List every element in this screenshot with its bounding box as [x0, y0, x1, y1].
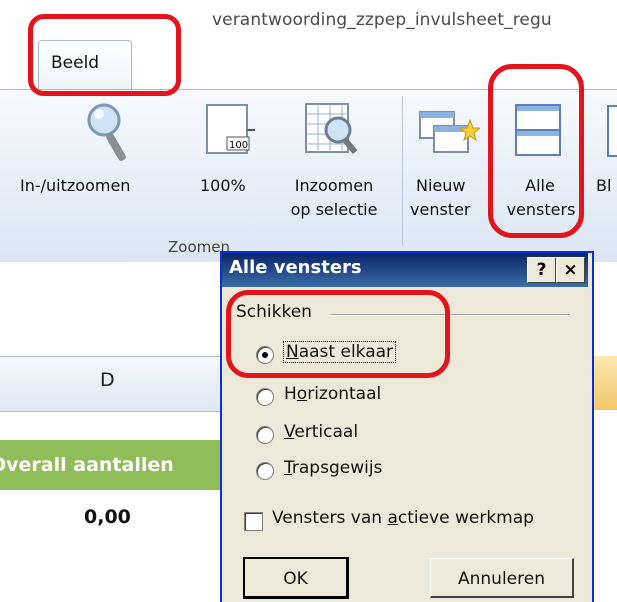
svg-text:100: 100 — [229, 140, 248, 151]
tab-label: Beeld — [51, 53, 100, 73]
checkbox-label: Vensters van actieve werkmap — [272, 508, 534, 528]
zoom-100-label[interactable]: 100% — [200, 176, 246, 196]
zoom-selection-icon[interactable] — [304, 102, 360, 158]
magnifier-icon[interactable] — [84, 100, 132, 170]
zoom-selection-label-2[interactable]: op selectie — [278, 200, 390, 220]
column-d-label[interactable]: D — [100, 369, 115, 391]
freeze-icon[interactable] — [606, 104, 617, 158]
radio-button[interactable] — [256, 346, 274, 364]
zoom-button-label[interactable]: In-/uitzoomen — [20, 176, 130, 196]
fieldset-line — [330, 314, 570, 316]
value-cell[interactable]: 0,00 — [84, 506, 131, 528]
page-100-icon[interactable]: 100 — [205, 104, 255, 156]
cancel-button[interactable]: Annuleren — [430, 558, 574, 598]
document-title: verantwoording_zzpep_invulsheet_regu — [212, 10, 552, 30]
radio-button[interactable] — [256, 388, 274, 406]
freeze-label[interactable]: Bl — [596, 176, 617, 196]
radio-button[interactable] — [256, 462, 274, 480]
dialog-title: Alle vensters — [229, 257, 362, 278]
new-window-label-2[interactable]: venster — [410, 200, 474, 220]
radio-label: Verticaal — [284, 422, 359, 442]
new-window-label[interactable]: Nieuw — [416, 176, 476, 196]
zoom-selection-label[interactable]: Inzoomen — [283, 176, 385, 196]
active-workbook-checkbox[interactable] — [244, 512, 263, 531]
radio-label: Naast elkaar — [282, 341, 397, 363]
header-cell-text: Overall aantallen — [0, 454, 174, 476]
ok-button[interactable]: OK — [243, 557, 349, 599]
radio-label: Horizontaal — [284, 384, 382, 404]
help-button[interactable]: ? — [527, 257, 556, 283]
arrange-all-label[interactable]: Alle — [512, 176, 568, 196]
close-button[interactable]: × — [556, 257, 585, 283]
arrange-fieldset-label: Schikken — [236, 302, 318, 322]
new-window-icon[interactable] — [418, 108, 480, 156]
tab-beeld[interactable]: Beeld — [38, 40, 132, 91]
group-separator — [402, 96, 403, 246]
arrange-all-label-2[interactable]: vensters — [500, 200, 582, 220]
arrange-all-icon[interactable] — [514, 103, 564, 159]
radio-label: Trapsgewijs — [284, 458, 383, 478]
radio-button[interactable] — [256, 426, 274, 444]
column-header — [0, 356, 232, 412]
